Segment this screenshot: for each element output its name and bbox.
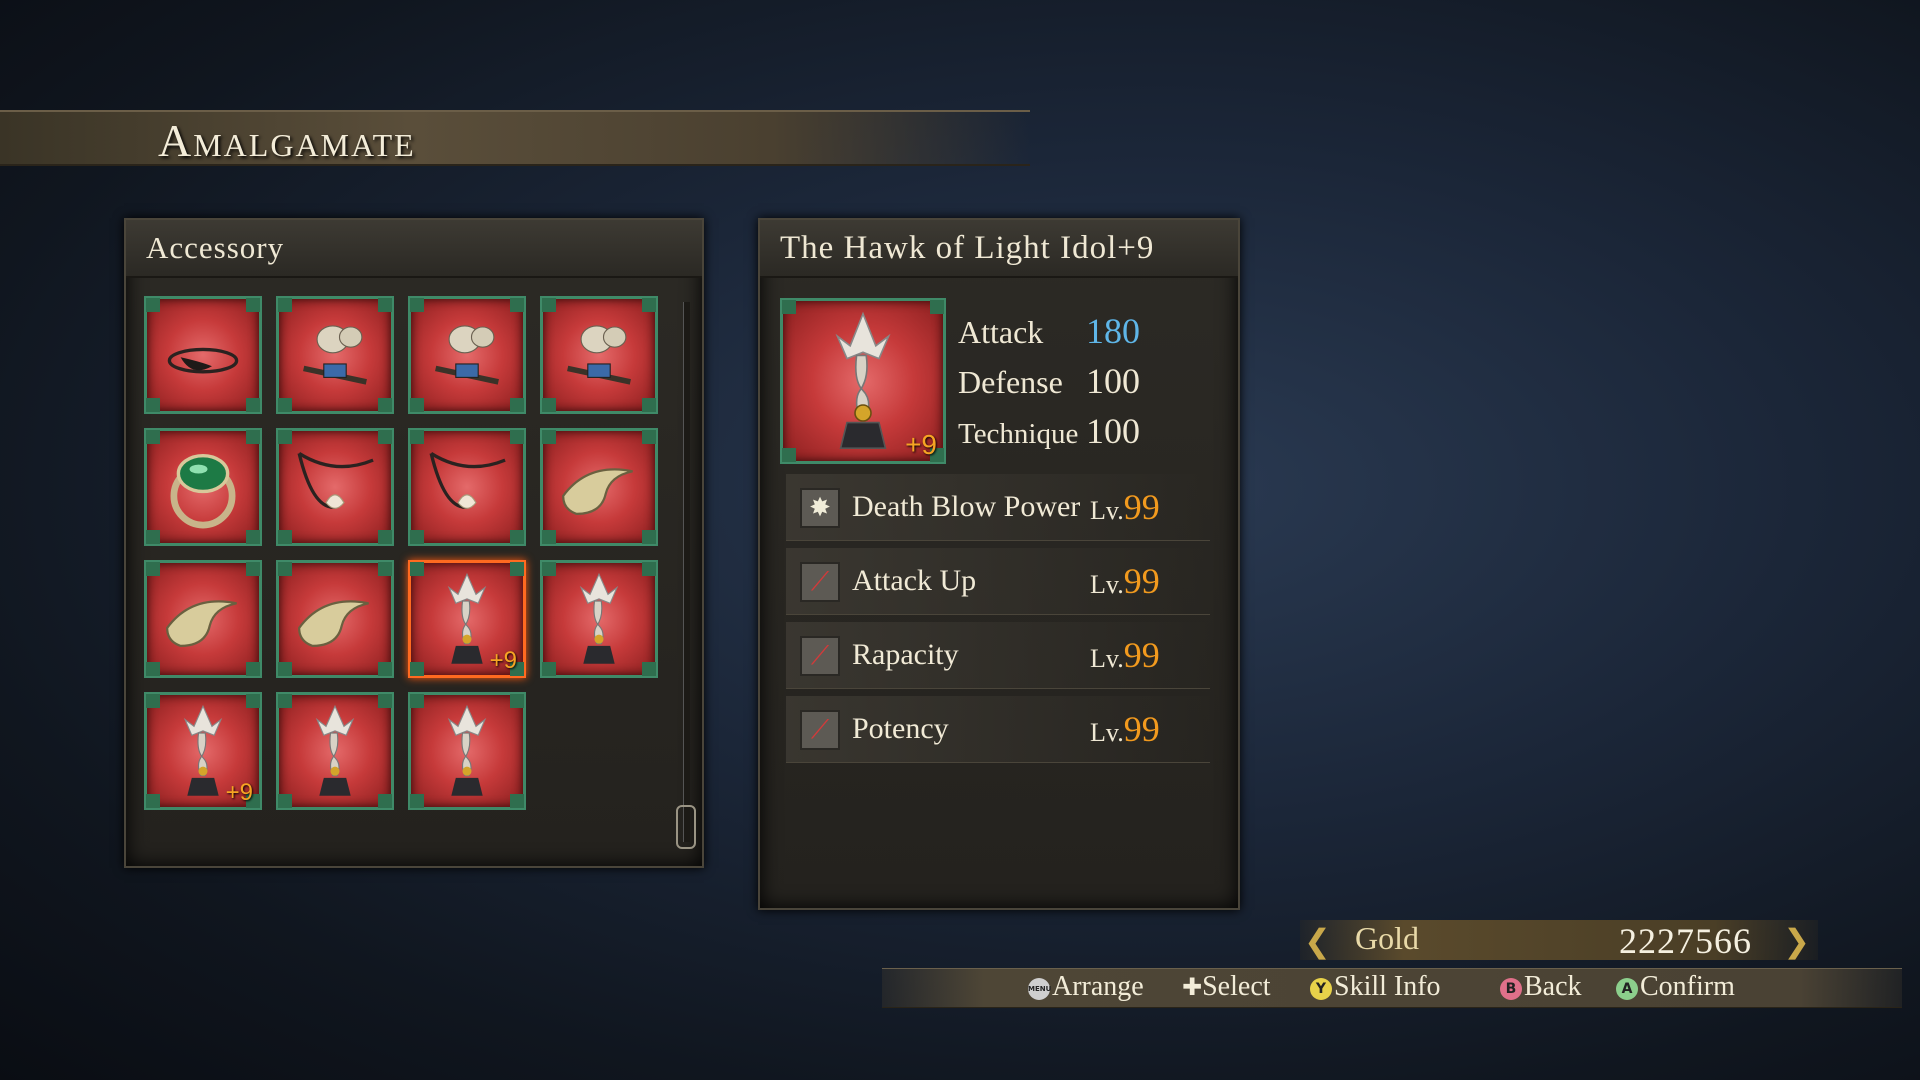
accessory-slot[interactable]	[144, 428, 262, 546]
accessory-slot[interactable]	[276, 692, 394, 810]
skill-level: Lv.99	[1090, 561, 1160, 601]
accessory-slot[interactable]: +9	[408, 560, 526, 678]
accessory-panel-title: Accessory	[126, 220, 702, 278]
accessory-slot[interactable]: +9	[144, 692, 262, 810]
stat-defense: Defense 100	[958, 360, 1140, 402]
stat-attack-label: Attack	[958, 314, 1044, 350]
accessory-slot[interactable]	[276, 428, 394, 546]
controls-bar: MENUArrange ✚Select Y Skill Info B Back AC…	[882, 968, 1902, 1008]
title-banner: Amalgamate	[0, 110, 1030, 166]
skill-level: Lv.99	[1090, 487, 1160, 527]
gold-value: 2227566	[1619, 921, 1752, 961]
skill-level: Lv.99	[1090, 635, 1160, 675]
item-level-badge: +9	[489, 647, 517, 674]
y-button-icon: Y	[1310, 977, 1332, 1000]
skill-row[interactable]: ⟋ Potency Lv.99	[786, 696, 1210, 763]
accessory-slot[interactable]	[144, 296, 262, 414]
accessory-slot[interactable]	[540, 560, 658, 678]
starburst-icon: ✸	[800, 488, 840, 528]
left-ornament-icon: ❮	[1304, 922, 1331, 960]
stat-technique: Technique 100	[958, 410, 1140, 452]
accessory-slot[interactable]	[276, 296, 394, 414]
item-detail-panel: The Hawk of Light Idol+9 +9 Attack 180 De…	[758, 218, 1240, 910]
control-confirm[interactable]: A Confirm	[1616, 971, 1735, 1003]
skill-row[interactable]: ⟋ Attack Up Lv.99	[786, 548, 1210, 615]
selected-item-image: +9	[780, 298, 946, 464]
menu-button-icon: MENU	[1028, 977, 1051, 1000]
stat-technique-value: 100	[1086, 411, 1140, 451]
a-button-icon: A	[1616, 977, 1638, 1000]
dpad-icon: ✚	[1182, 973, 1203, 1001]
red-sword-icon: ⟋	[800, 710, 840, 750]
control-back[interactable]: B Back	[1500, 971, 1582, 1003]
skill-level: Lv.99	[1090, 709, 1160, 749]
gold-display: ❮ Gold 2227566 ❯	[1300, 920, 1818, 961]
red-sword-icon: ⟋	[800, 562, 840, 602]
stat-defense-label: Defense	[958, 364, 1063, 400]
scrollbar[interactable]	[683, 302, 690, 842]
control-arrange[interactable]: MENUArrange	[1028, 971, 1144, 1003]
accessory-slot[interactable]	[408, 428, 526, 546]
stat-attack-value: 180	[1086, 311, 1140, 351]
gold-label: Gold	[1355, 920, 1419, 956]
skill-row[interactable]: ✸ Death Blow Power Lv.99	[786, 474, 1210, 541]
accessory-slot[interactable]	[540, 296, 658, 414]
accessory-panel: Accessory +9 +9	[124, 218, 704, 868]
control-select[interactable]: ✚Select	[1182, 971, 1271, 1003]
accessory-slot[interactable]	[276, 560, 394, 678]
item-name: The Hawk of Light Idol+9	[760, 220, 1238, 278]
page-title: Amalgamate	[158, 115, 416, 166]
right-ornament-icon: ❯	[1783, 922, 1810, 960]
control-skill-info[interactable]: Y Skill Info	[1310, 971, 1441, 1003]
b-button-icon: B	[1500, 977, 1522, 1000]
accessory-slot[interactable]	[408, 692, 526, 810]
accessory-slot[interactable]	[144, 560, 262, 678]
accessory-slot[interactable]	[408, 296, 526, 414]
skill-row[interactable]: ⟋ Rapacity Lv.99	[786, 622, 1210, 689]
stat-technique-label: Technique	[958, 418, 1079, 450]
skill-name: Potency	[852, 712, 949, 745]
scrollbar-thumb[interactable]	[676, 805, 696, 849]
item-level-badge: +9	[905, 429, 937, 460]
skill-name: Rapacity	[852, 638, 959, 671]
skill-name: Attack Up	[852, 564, 977, 597]
item-level-badge: +9	[225, 779, 253, 806]
accessory-slot[interactable]	[540, 428, 658, 546]
accessory-grid: +9 +9	[144, 296, 658, 810]
skill-name: Death Blow Power	[852, 490, 1081, 523]
red-sword-icon: ⟋	[800, 636, 840, 676]
stat-attack: Attack 180	[958, 310, 1140, 352]
stat-defense-value: 100	[1086, 361, 1140, 401]
